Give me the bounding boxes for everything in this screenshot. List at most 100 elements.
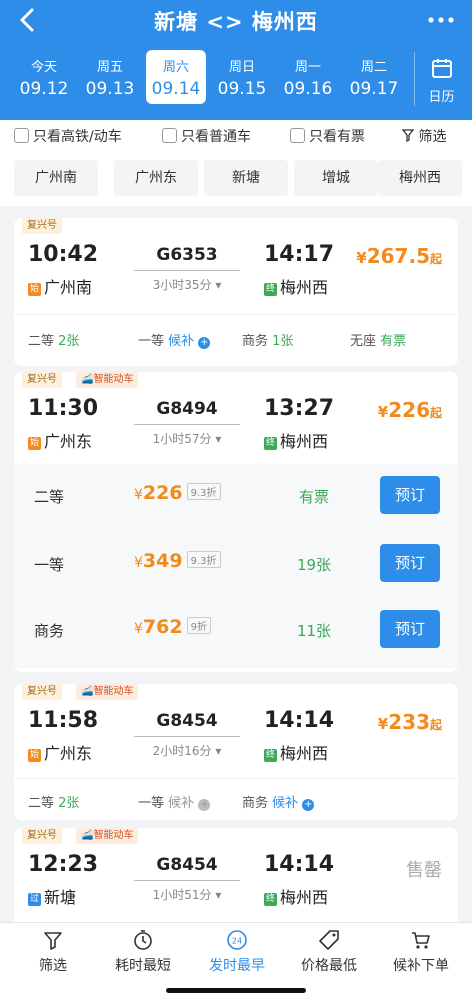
to-station: 终梅州西: [264, 888, 329, 907]
duration: 3小时35分 ▾: [152, 278, 222, 292]
arrival-time: 14:17: [264, 242, 335, 267]
price: ¥267.5起: [356, 244, 442, 268]
seat-class: 商务: [34, 622, 65, 640]
train-line: [134, 880, 240, 881]
from-station: 始广州东: [28, 432, 93, 451]
available-only-checkbox[interactable]: 只看有票: [290, 126, 365, 146]
clock-icon: [134, 930, 152, 950]
seat-second-class: 二等 2张: [28, 334, 80, 349]
date-tab-4[interactable]: 周一 09.16: [278, 50, 338, 106]
seat-row-business-class: 商务 ¥762 9折 11张 预订: [14, 598, 458, 664]
seat-class: 二等: [34, 488, 65, 506]
filter-bar: 只看高铁/动车 只看普通车 只看有票 筛选: [0, 120, 472, 152]
station-chip[interactable]: 广州南: [14, 160, 98, 196]
seat-row-second-class: 二等 ¥226 9.3折 有票 预订: [14, 464, 458, 530]
arrival-time: 14:14: [264, 852, 335, 877]
toolbar-label: 耗时最短: [115, 958, 171, 974]
date-tab-3[interactable]: 周日 09.15: [212, 50, 272, 106]
seat-first-class[interactable]: 一等 候补 +: [138, 792, 211, 811]
plus-icon: +: [302, 799, 315, 811]
divider: [14, 314, 458, 315]
pass-badge: 过: [28, 893, 41, 906]
train-line: [134, 424, 240, 425]
date-tab-2-selected[interactable]: 周六 09.14: [146, 50, 206, 104]
sold-out-label: 售罄: [406, 860, 442, 881]
station-chip[interactable]: 梅州西: [378, 160, 462, 196]
nav-bar: 新塘 <> 梅州西: [0, 0, 472, 44]
train-line: [134, 736, 240, 737]
date-weekday: 今天: [30, 60, 57, 75]
date-value: 09.15: [217, 79, 267, 99]
train-number: G8454: [156, 855, 218, 875]
book-button[interactable]: 预订: [380, 610, 440, 648]
date-tab-0[interactable]: 今天 09.12: [14, 50, 74, 106]
toolbar-filter[interactable]: 筛选: [6, 929, 100, 975]
station-chip[interactable]: 新塘: [204, 160, 288, 196]
toolbar-label: 候补下单: [393, 958, 449, 974]
toolbar-earliest-departure[interactable]: 24 发时最早: [190, 929, 284, 975]
train-number: G8494: [156, 399, 218, 419]
checkbox-label: 只看有票: [309, 129, 365, 145]
station-chips: 广州南 广州东 新塘 增城 梅州西: [0, 152, 472, 206]
departure-time: 11:58: [28, 708, 99, 733]
date-weekday: 周一: [294, 60, 321, 75]
high-speed-only-checkbox[interactable]: 只看高铁/动车: [14, 126, 122, 146]
24h-icon: 24: [227, 930, 247, 950]
divider: [14, 778, 458, 779]
departure-time: 12:23: [28, 852, 99, 877]
checkbox-label: 只看高铁/动车: [33, 129, 122, 145]
fuxing-tag: 复兴号: [22, 828, 62, 844]
price: ¥233起: [377, 710, 442, 734]
train-card[interactable]: 复兴号 10:42 G6353 14:17 3小时35分 ▾ 始广州南 终梅州西…: [14, 218, 458, 366]
date-tab-1[interactable]: 周五 09.13: [80, 50, 140, 106]
seat-price: ¥349 9.3折: [134, 550, 221, 572]
train-card[interactable]: 复兴号 🚄智能动车 12:23 G8454 14:14 1小时51分 ▾ 过新塘…: [14, 828, 458, 922]
toolbar-shortest-time[interactable]: 耗时最短: [96, 929, 190, 975]
calendar-label: 日历: [428, 90, 455, 105]
regular-only-checkbox[interactable]: 只看普通车: [162, 126, 251, 146]
to-station: 终梅州西: [264, 744, 329, 763]
toolbar-waitlist-order[interactable]: 候补下单: [374, 929, 468, 975]
toolbar-lowest-price[interactable]: 价格最低: [282, 929, 376, 975]
home-indicator: [166, 988, 306, 993]
book-button[interactable]: 预订: [380, 544, 440, 582]
seat-availability: 11张: [296, 622, 332, 640]
date-value: 09.13: [85, 79, 135, 99]
seat-price: ¥226 9.3折: [134, 482, 221, 504]
calendar-button[interactable]: 日历: [414, 52, 468, 106]
train-card[interactable]: 复兴号 🚄智能动车 11:58 G8454 14:14 2小时16分 ▾ 始广州…: [14, 684, 458, 820]
start-badge: 始: [28, 437, 41, 450]
end-badge: 终: [264, 437, 277, 450]
seat-row-first-class: 一等 ¥349 9.3折 19张 预订: [14, 532, 458, 598]
arrival-time: 13:27: [264, 396, 335, 421]
date-value: 09.17: [349, 79, 399, 99]
date-tab-5[interactable]: 周二 09.17: [344, 50, 404, 106]
duration: 2小时16分 ▾: [152, 744, 222, 758]
from-station: 始广州东: [28, 744, 93, 763]
toolbar-label: 价格最低: [301, 958, 357, 974]
station-chip[interactable]: 增城: [294, 160, 378, 196]
train-number: G8454: [156, 711, 218, 731]
calendar-icon: [431, 59, 452, 78]
svg-text:24: 24: [232, 937, 242, 946]
duration: 1小时51分 ▾: [152, 888, 222, 902]
more-icon[interactable]: [426, 10, 456, 30]
arrival-time: 14:14: [264, 708, 335, 733]
seat-availability: 19张: [296, 556, 332, 574]
toolbar-label: 发时最早: [209, 958, 265, 974]
checkbox-icon: [290, 128, 305, 143]
seat-availability: 有票: [298, 488, 329, 506]
train-line: [134, 270, 240, 271]
toolbar-label: 筛选: [39, 958, 67, 974]
seat-business-class[interactable]: 商务 候补 +: [242, 792, 315, 811]
filter-button[interactable]: 筛选: [401, 126, 446, 146]
price-tag-icon: [319, 930, 339, 950]
seat-second-class: 二等 2张: [28, 796, 80, 811]
fuxing-tag: 复兴号: [22, 684, 62, 700]
station-chip[interactable]: 广州东: [114, 160, 198, 196]
seat-first-class[interactable]: 一等 候补 +: [138, 330, 211, 349]
date-value: 09.16: [283, 79, 333, 99]
train-card-expanded[interactable]: 复兴号 🚄智能动车 11:30 G8494 13:27 1小时57分 ▾ 始广州…: [14, 372, 458, 672]
date-weekday: 周五: [96, 60, 123, 75]
book-button[interactable]: 预订: [380, 476, 440, 514]
